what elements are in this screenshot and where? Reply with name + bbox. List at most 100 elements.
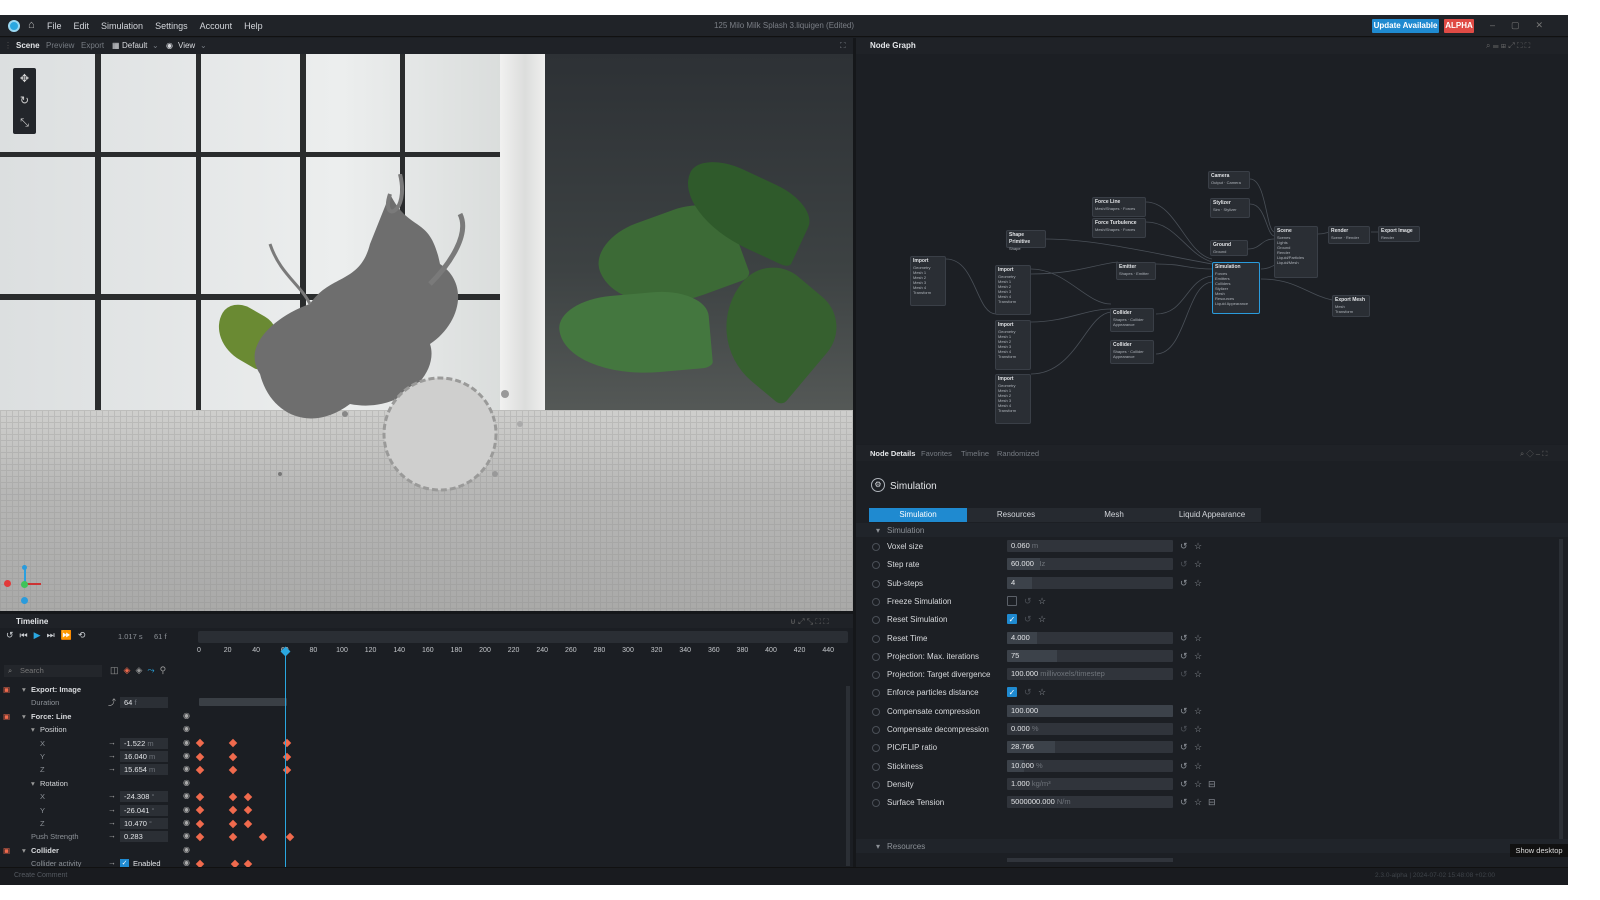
visibility-eye-icon[interactable]: ◉	[183, 711, 190, 720]
keyframe[interactable]	[243, 805, 253, 815]
link-icon[interactable]: ⊟	[1208, 797, 1216, 808]
keyframe[interactable]	[258, 832, 268, 842]
arrow-right-icon[interactable]: →	[108, 738, 116, 747]
favorite-star-icon[interactable]: ☆	[1038, 614, 1046, 625]
property-value-field[interactable]: 0.000 %	[1007, 723, 1173, 735]
reset-icon[interactable]: ↺	[1180, 669, 1188, 680]
keyframe[interactable]	[228, 738, 238, 748]
subtab-mesh[interactable]: Mesh	[1065, 508, 1163, 522]
link-icon[interactable]: ⊟	[1208, 779, 1216, 790]
reset-icon[interactable]: ↺	[1180, 797, 1188, 808]
add-key-icon[interactable]: ◈	[124, 665, 136, 675]
step-back-icon[interactable]: ⏮	[20, 630, 34, 640]
layout-dropdown[interactable]: Default	[122, 41, 147, 50]
track-value-field[interactable]: 0.283	[120, 831, 168, 843]
animate-toggle[interactable]	[872, 543, 880, 551]
step-forward-icon[interactable]: ⏭	[47, 630, 61, 640]
visibility-eye-icon[interactable]: ◉	[183, 778, 190, 787]
animate-toggle[interactable]	[872, 744, 880, 753]
3d-viewport[interactable]: ✥ ↻ ⤡	[0, 54, 853, 611]
visibility-eye-icon[interactable]: ◉	[183, 845, 190, 854]
chevron-down-icon[interactable]: ⌄	[200, 41, 207, 50]
tab-favorites[interactable]: Favorites	[921, 449, 952, 458]
node-import[interactable]: Import Geometry Mesh 1 Mesh 2 Mesh 3 Mesh 4 Tr…	[995, 374, 1031, 424]
node-scene[interactable]: Scene Scenes Lights Ground Render Liquid/Part…	[1274, 226, 1318, 278]
animate-toggle[interactable]	[872, 780, 880, 789]
reset-icon[interactable]: ↺	[1180, 578, 1188, 589]
keyframe[interactable]	[195, 765, 205, 775]
collapse-icon[interactable]: ▾	[22, 685, 26, 694]
keyframe[interactable]	[228, 819, 238, 828]
node-force-line[interactable]: Force Line Mesh/Shapes · Forces	[1092, 197, 1146, 217]
reset-icon[interactable]: ↺	[1180, 742, 1188, 753]
axis-gizmo-origin[interactable]	[21, 581, 28, 588]
visibility-eye-icon[interactable]: ◉	[183, 818, 190, 827]
chevron-down-icon[interactable]: ⌄	[152, 41, 159, 50]
track-value-field[interactable]: 10.470 °	[120, 818, 168, 829]
loop-icon[interactable]: ⟲	[78, 630, 92, 640]
keyframe[interactable]	[195, 792, 205, 801]
details-tools-icon[interactable]: ⌕ ◇ – ⛶	[1520, 449, 1547, 459]
node-camera[interactable]: Camera Output · Camera	[1208, 171, 1250, 189]
playhead[interactable]	[285, 648, 286, 867]
animate-toggle[interactable]	[872, 561, 880, 570]
keyframe[interactable]	[195, 752, 205, 761]
update-available-button[interactable]: Update Available	[1372, 19, 1439, 33]
keyframe[interactable]	[195, 832, 205, 842]
maximize-panel-icon[interactable]: ⛶	[840, 41, 846, 51]
arrow-right-icon[interactable]: →	[108, 805, 116, 814]
duration-bar[interactable]	[199, 698, 287, 706]
keyframe[interactable]	[195, 738, 205, 748]
maximize-icon[interactable]: ▢	[1511, 20, 1536, 30]
section-header-simulation[interactable]: ▾ Simulation	[856, 523, 1568, 537]
track-row[interactable]: Y → -26.041 ° ◉	[0, 804, 195, 817]
arrow-right-icon[interactable]: →	[108, 831, 116, 840]
property-value-field[interactable]: 75	[1007, 649, 1173, 662]
tab-export[interactable]: Export	[81, 41, 104, 50]
fit-icon[interactable]: ◫	[110, 665, 124, 675]
keyframe[interactable]	[195, 805, 205, 815]
visibility-eye-icon[interactable]: ◉	[183, 764, 190, 773]
property-value-field[interactable]: 60.000 Hz	[1007, 558, 1173, 571]
axis-gizmo-top[interactable]	[22, 565, 27, 570]
node-collider[interactable]: Collider Shapes · Collider Appearance	[1110, 340, 1154, 364]
reset-icon[interactable]: ↺	[1180, 651, 1188, 662]
track-value-field[interactable]: 64 f	[120, 697, 168, 709]
reset-icon[interactable]: ↺	[1024, 614, 1032, 625]
collapse-icon[interactable]: ▾	[22, 846, 26, 855]
curve-icon[interactable]: ⤴	[108, 697, 116, 708]
time-readout[interactable]: 1.017 s	[118, 632, 143, 641]
property-value-field[interactable]: 4	[1007, 576, 1173, 589]
reset-icon[interactable]: ↺	[1180, 779, 1188, 790]
collapse-icon[interactable]: ▾	[31, 779, 35, 788]
track-header[interactable]: ▣ ▾ Force: Line ◉	[0, 710, 195, 723]
arrow-right-icon[interactable]: →	[108, 818, 116, 827]
property-value-field[interactable]: 1.000 kg/m³	[1007, 777, 1173, 790]
track-value-field[interactable]: 15.654 m	[120, 764, 168, 776]
favorite-star-icon[interactable]: ☆	[1194, 669, 1202, 680]
track-group[interactable]: ▾ Rotation ◉	[0, 777, 195, 790]
track-row[interactable]: X → -24.308 ° ◉	[0, 790, 195, 803]
collapse-icon[interactable]: ▾	[876, 842, 880, 851]
visibility-eye-icon[interactable]: ◉	[183, 831, 190, 840]
favorite-star-icon[interactable]: ☆	[1194, 633, 1202, 644]
favorite-star-icon[interactable]: ☆	[1194, 578, 1202, 589]
favorite-star-icon[interactable]: ☆	[1194, 742, 1202, 753]
reset-icon[interactable]: ↺	[1180, 541, 1188, 552]
drag-handle-icon[interactable]: ⋮	[4, 41, 12, 50]
keyframe[interactable]	[195, 819, 205, 828]
reset-icon[interactable]: ↺	[1180, 706, 1188, 717]
property-checkbox[interactable]: ✓	[1007, 687, 1017, 698]
favorite-star-icon[interactable]: ☆	[1194, 724, 1202, 735]
timeline-ruler[interactable]: 0204060801001201401601802002202402602803…	[197, 647, 848, 657]
animate-toggle[interactable]	[872, 689, 880, 698]
keyframe[interactable]	[228, 805, 238, 815]
keyframe[interactable]	[228, 832, 238, 842]
arrow-right-icon[interactable]: →	[108, 764, 116, 773]
show-desktop-button[interactable]: Show desktop	[1510, 844, 1568, 857]
scale-tool-icon[interactable]: ⤡	[13, 112, 36, 134]
track-header[interactable]: ▣ ▾ Collider ◉	[0, 844, 195, 857]
reset-icon[interactable]: ↺	[1180, 761, 1188, 772]
arrow-right-icon[interactable]: →	[108, 791, 116, 800]
resources-field[interactable]	[1007, 858, 1173, 862]
